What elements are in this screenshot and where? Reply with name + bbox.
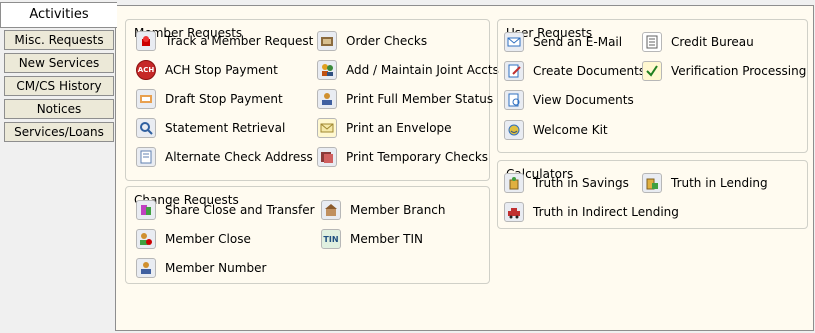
item-label: Create Documents: [533, 64, 646, 78]
item-label: Add / Maintain Joint Accts: [346, 63, 499, 77]
report-icon: [642, 32, 662, 52]
temp-checks-icon: [317, 147, 337, 167]
print-envelope-link[interactable]: Print an Envelope: [317, 116, 452, 140]
checkbook-icon: [317, 31, 337, 51]
tab-cm-cs-history[interactable]: CM/CS History: [4, 76, 114, 96]
member-status-icon: [317, 89, 337, 109]
share-close-transfer-link[interactable]: Share Close and Transfer: [136, 198, 315, 222]
create-documents-link[interactable]: Create Documents: [504, 59, 645, 83]
people-icon: [317, 60, 337, 80]
track-member-request-link[interactable]: Track a Member Request: [136, 29, 313, 53]
item-label: Track a Member Request: [165, 34, 314, 48]
item-label: Alternate Check Address: [165, 150, 313, 164]
welcome-kit-icon: [504, 120, 524, 140]
siren-icon: [136, 31, 156, 51]
truth-in-savings-link[interactable]: Truth in Savings: [504, 171, 629, 195]
member-branch-link[interactable]: Member Branch: [321, 198, 446, 222]
print-temporary-checks-link[interactable]: Print Temporary Checks: [317, 145, 488, 169]
item-label: Order Checks: [346, 34, 428, 48]
item-label: Member Branch: [350, 203, 446, 217]
welcome-kit-link[interactable]: Welcome Kit: [504, 118, 608, 142]
magnifier-icon: [136, 118, 156, 138]
tab-services-loans[interactable]: Services/Loans: [4, 122, 114, 142]
member-requests-group: Member Requests Track a Member Request A…: [125, 19, 499, 181]
credit-bureau-link[interactable]: Credit Bureau: [642, 30, 754, 54]
item-label: Truth in Indirect Lending: [533, 205, 679, 219]
item-label: Share Close and Transfer: [165, 203, 315, 217]
tab-strip: Activities Misc. Requests New Services C…: [0, 0, 117, 333]
item-label: Verification Processing: [671, 64, 807, 78]
draft-stop-icon: [136, 89, 156, 109]
send-email-link[interactable]: Send an E-Mail: [504, 30, 622, 54]
alternate-check-address-link[interactable]: Alternate Check Address: [136, 145, 313, 169]
item-label: Send an E-Mail: [533, 35, 623, 49]
item-label: Print Temporary Checks: [346, 150, 489, 164]
verification-processing-link[interactable]: Verification Processing: [642, 59, 806, 83]
savings-icon: [504, 173, 524, 193]
item-label: ACH Stop Payment: [165, 63, 278, 77]
draft-stop-payment-link[interactable]: Draft Stop Payment: [136, 87, 283, 111]
address-card-icon: [136, 147, 156, 167]
item-label: Member Close: [165, 232, 251, 246]
calculators-group: Calculators Truth in Savings Truth in In…: [497, 160, 808, 229]
change-requests-group: Change Requests Share Close and Transfer…: [125, 186, 490, 284]
envelope-icon: [317, 118, 337, 138]
item-label: Print an Envelope: [346, 121, 452, 135]
member-close-icon: [136, 229, 156, 249]
member-number-icon: [136, 258, 156, 278]
item-label: Member TIN: [350, 232, 424, 246]
view-document-icon: [504, 90, 524, 110]
car-icon: [504, 202, 524, 222]
email-icon: [504, 32, 524, 52]
activities-panel: Member Requests Track a Member Request A…: [115, 5, 814, 331]
item-label: Credit Bureau: [671, 35, 754, 49]
statement-retrieval-link[interactable]: Statement Retrieval: [136, 116, 285, 140]
tin-icon: TIN: [321, 229, 341, 249]
ach-stop-payment-link[interactable]: ACH ACH Stop Payment: [136, 58, 278, 82]
joint-accounts-link[interactable]: Add / Maintain Joint Accts: [317, 58, 499, 82]
view-documents-link[interactable]: View Documents: [504, 88, 634, 112]
item-label: Truth in Savings: [533, 176, 629, 190]
item-label: Print Full Member Status: [346, 92, 494, 106]
checkmark-icon: [642, 61, 662, 81]
create-document-icon: [504, 61, 524, 81]
tab-notices[interactable]: Notices: [4, 99, 114, 119]
lending-icon: [642, 173, 662, 193]
item-label: Welcome Kit: [533, 123, 608, 137]
truth-in-indirect-lending-link[interactable]: Truth in Indirect Lending: [504, 200, 679, 224]
user-requests-group: User Requests Send an E-Mail Create Docu…: [497, 19, 808, 153]
print-member-status-link[interactable]: Print Full Member Status: [317, 87, 493, 111]
tab-misc-requests[interactable]: Misc. Requests: [4, 30, 114, 50]
tab-activities[interactable]: Activities: [0, 2, 117, 28]
item-label: Member Number: [165, 261, 267, 275]
item-label: View Documents: [533, 93, 634, 107]
member-tin-link[interactable]: TIN Member TIN: [321, 227, 423, 251]
item-label: Statement Retrieval: [165, 121, 286, 135]
member-number-link[interactable]: Member Number: [136, 256, 266, 280]
item-label: Draft Stop Payment: [165, 92, 283, 106]
truth-in-lending-link[interactable]: Truth in Lending: [642, 171, 768, 195]
ach-icon: ACH: [136, 60, 156, 80]
order-checks-link[interactable]: Order Checks: [317, 29, 427, 53]
item-label: Truth in Lending: [671, 176, 768, 190]
tab-new-services[interactable]: New Services: [4, 53, 114, 73]
share-transfer-icon: [136, 200, 156, 220]
branch-building-icon: [321, 200, 341, 220]
member-close-link[interactable]: Member Close: [136, 227, 251, 251]
